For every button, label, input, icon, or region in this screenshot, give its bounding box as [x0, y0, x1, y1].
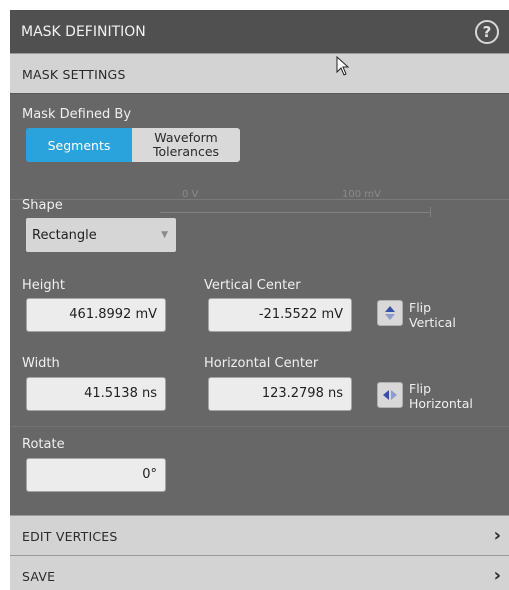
height-field[interactable]: 461.8992 mV [26, 298, 166, 332]
rotate-label: Rotate [22, 437, 65, 452]
flip-vertical-button[interactable] [377, 300, 403, 326]
mask-defined-by-toggle: Segments Waveform Tolerances [26, 128, 240, 162]
panel-title: MASK DEFINITION [21, 24, 146, 40]
width-field[interactable]: 41.5138 ns [26, 377, 166, 411]
shape-value: Rectangle [32, 228, 97, 243]
dropdown-caret-icon: ▼ [161, 230, 168, 240]
vertical-center-field[interactable]: -21.5522 mV [208, 298, 352, 332]
mask-defined-by-label: Mask Defined By [22, 107, 132, 122]
mouse-cursor-icon [336, 56, 350, 76]
shape-dropdown[interactable]: Rectangle ▼ [26, 218, 176, 252]
waveform-baseline [10, 426, 509, 427]
waveform-trace [160, 212, 430, 213]
vertical-center-label: Vertical Center [204, 278, 301, 293]
waveform-marker [430, 207, 431, 217]
flip-vertical-label: Flip Vertical [409, 300, 456, 330]
save-label: SAVE [22, 569, 56, 584]
waveform-tolerances-option[interactable]: Waveform Tolerances [132, 128, 240, 162]
mask-settings-body: 0 V 100 mV Mask Defined By Segments Wave… [10, 56, 509, 515]
axis-label-100mv: 100 mV [342, 189, 381, 200]
chevron-right-icon: › [493, 565, 501, 586]
flip-horizontal-line2: Horizontal [409, 396, 473, 411]
rotate-field[interactable]: 0° [26, 458, 166, 492]
shape-label: Shape [22, 198, 63, 213]
waveform-gridline [10, 199, 509, 200]
mask-definition-panel: MASK DEFINITION ? MASK SETTINGS 0 V 100 … [10, 10, 509, 590]
waveform-tolerances-label: Waveform Tolerances [152, 130, 220, 159]
title-bar: MASK DEFINITION ? [10, 10, 509, 53]
save-header[interactable]: SAVE › [10, 555, 509, 590]
edit-vertices-header[interactable]: EDIT VERTICES › [10, 515, 509, 555]
segments-option[interactable]: Segments [26, 128, 132, 162]
horizontal-center-field[interactable]: 123.2798 ns [208, 377, 352, 411]
chevron-right-icon: › [493, 525, 501, 546]
flip-vertical-icon [385, 306, 395, 320]
mask-settings-label: MASK SETTINGS [22, 67, 126, 82]
width-label: Width [22, 356, 60, 371]
flip-horizontal-button[interactable] [377, 382, 403, 408]
flip-horizontal-line1: Flip [409, 381, 432, 396]
flip-horizontal-icon [383, 390, 397, 400]
edit-vertices-label: EDIT VERTICES [22, 529, 118, 544]
horizontal-center-label: Horizontal Center [204, 356, 319, 371]
flip-vertical-line1: Flip [409, 300, 432, 315]
mask-settings-header[interactable]: MASK SETTINGS [10, 53, 509, 93]
flip-vertical-line2: Vertical [409, 315, 456, 330]
height-label: Height [22, 278, 65, 293]
help-icon[interactable]: ? [475, 20, 499, 44]
flip-horizontal-label: Flip Horizontal [409, 381, 473, 411]
axis-label-zero: 0 V [182, 189, 199, 200]
